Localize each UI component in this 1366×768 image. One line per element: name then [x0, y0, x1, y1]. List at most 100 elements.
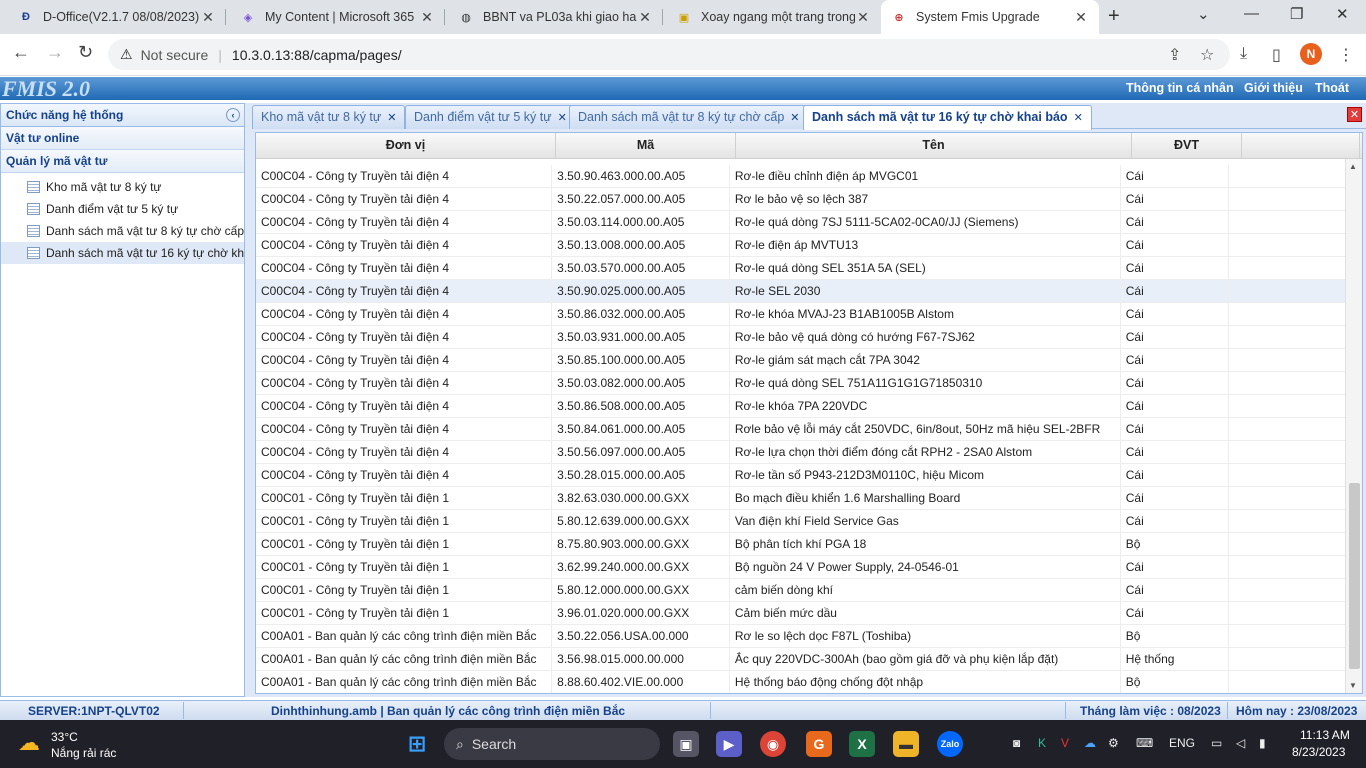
- teams-icon[interactable]: ▶: [716, 731, 742, 757]
- sidebar-item-16-ky-tu-cho-khai-bao[interactable]: Danh sách mã vật tư 16 ký tự chờ khai bá…: [1, 242, 244, 264]
- tab-kho-ma[interactable]: Kho mã vật tư 8 ký tự ✕: [252, 105, 406, 129]
- close-icon[interactable]: ✕: [200, 9, 216, 26]
- close-icon[interactable]: ✕: [855, 9, 871, 26]
- weather-icon[interactable]: ☁: [18, 730, 40, 756]
- table-row[interactable]: C00C04 - Công ty Truyền tải điện 4 3.50.8…: [256, 395, 1346, 418]
- table-row[interactable]: C00C04 - Công ty Truyền tải điện 4 3.50.1…: [256, 234, 1346, 257]
- zalo-icon[interactable]: Zalo: [937, 731, 963, 757]
- table-row[interactable]: C00C04 - Công ty Truyền tải điện 4 3.50.5…: [256, 441, 1346, 464]
- browser-tab[interactable]: Ð D-Office(V2.1.7 08/08/2023) ✕: [8, 0, 226, 34]
- new-tab-button[interactable]: +: [1108, 5, 1120, 28]
- close-icon[interactable]: ✕: [790, 112, 799, 124]
- scroll-down-icon[interactable]: ▼: [1349, 681, 1357, 690]
- table-row[interactable]: C00C04 - Công ty Truyền tải điện 4 3.50.0…: [256, 326, 1346, 349]
- table-row[interactable]: C00C04 - Công ty Truyền tải điện 4 3.50.8…: [256, 303, 1346, 326]
- logout-link[interactable]: Thoát: [1315, 81, 1349, 95]
- window-close-icon[interactable]: ✕: [1336, 5, 1349, 23]
- pdf-icon[interactable]: G: [806, 731, 832, 757]
- column-header-code[interactable]: Mã: [556, 133, 736, 158]
- excel-icon[interactable]: X: [849, 731, 875, 757]
- windows-start-icon[interactable]: ⊞: [404, 731, 430, 757]
- sidebar-item-kho-ma[interactable]: Kho mã vật tư 8 ký tự: [1, 176, 244, 198]
- table-row[interactable]: C00C01 - Công ty Truyền tải điện 1 3.62.9…: [256, 556, 1346, 579]
- table-row[interactable]: C00C04 - Công ty Truyền tải điện 4 3.50.0…: [256, 372, 1346, 395]
- tab-danh-diem[interactable]: Danh điểm vật tư 5 ký tự ✕: [405, 105, 576, 129]
- close-icon[interactable]: ✕: [637, 9, 653, 26]
- minimize-icon[interactable]: —: [1244, 5, 1259, 22]
- menu-icon[interactable]: ⋮: [1338, 45, 1354, 65]
- maximize-icon[interactable]: ❐: [1290, 5, 1303, 23]
- collapse-icon[interactable]: ‹: [226, 108, 240, 122]
- tab-search-icon[interactable]: ⌄: [1197, 5, 1210, 23]
- k-tray-icon[interactable]: K: [1038, 736, 1046, 750]
- sidebar-splitter[interactable]: [245, 103, 252, 697]
- weather-temp[interactable]: 33°C: [51, 730, 78, 744]
- table-row[interactable]: C00C01 - Công ty Truyền tải điện 1 5.80.1…: [256, 510, 1346, 533]
- clock-time[interactable]: 11:13 AM: [1300, 728, 1350, 742]
- table-row[interactable]: C00C01 - Công ty Truyền tải điện 1 3.96.0…: [256, 602, 1346, 625]
- browser-tab-active[interactable]: ⊕ System Fmis Upgrade ✕: [881, 0, 1099, 34]
- task-view-icon[interactable]: ▣: [673, 731, 699, 757]
- scroll-up-icon[interactable]: ▲: [1349, 162, 1357, 171]
- column-header-name[interactable]: Tên: [736, 133, 1132, 158]
- star-icon[interactable]: ☆: [1200, 45, 1214, 65]
- back-icon[interactable]: ←: [12, 42, 30, 63]
- security-label[interactable]: Not secure: [141, 47, 209, 63]
- table-row[interactable]: C00C01 - Công ty Truyền tải điện 1 5.80.1…: [256, 579, 1346, 602]
- zalo-tray-icon[interactable]: ◙: [1013, 736, 1020, 750]
- url-text[interactable]: 10.3.0.13:88/capma/pages/: [232, 47, 402, 63]
- language-indicator[interactable]: ENG: [1169, 736, 1195, 750]
- table-row[interactable]: C00C04 - Công ty Truyền tải điện 4 3.50.2…: [256, 188, 1346, 211]
- sidebar-item-danh-diem[interactable]: Danh điểm vật tư 5 ký tự: [1, 198, 244, 220]
- close-icon[interactable]: ✕: [387, 112, 396, 124]
- volume-icon[interactable]: ◁: [1236, 736, 1245, 750]
- download-icon[interactable]: ⤓: [1240, 45, 1247, 63]
- browser-tab[interactable]: ◍ BBNT va PL03a khi giao hang ✕: [448, 0, 663, 34]
- table-row[interactable]: C00C01 - Công ty Truyền tải điện 1 8.75.8…: [256, 533, 1346, 556]
- close-all-tabs-icon[interactable]: ✕: [1347, 107, 1362, 122]
- sidebar-section-online[interactable]: Vật tư online: [1, 127, 244, 150]
- tab-16-ky-tu-cho-khai-bao[interactable]: Danh sách mã vật tư 16 ký tự chờ khai bá…: [803, 105, 1092, 130]
- close-icon[interactable]: ✕: [1073, 9, 1089, 26]
- column-header-uom[interactable]: ĐVT: [1132, 133, 1242, 158]
- sidepanel-icon[interactable]: ▯: [1272, 45, 1281, 65]
- network-icon[interactable]: ▭: [1211, 736, 1222, 750]
- about-link[interactable]: Giới thiệu: [1244, 81, 1303, 95]
- profile-link[interactable]: Thông tin cá nhân: [1126, 81, 1234, 95]
- table-row[interactable]: C00C01 - Công ty Truyền tải điện 1 3.82.6…: [256, 487, 1346, 510]
- table-row[interactable]: C00A01 - Ban quản lý các công trình điện…: [256, 648, 1346, 671]
- table-row[interactable]: C00C04 - Công ty Truyền tải điện 4 3.50.9…: [256, 165, 1346, 188]
- table-row[interactable]: C00C04 - Công ty Truyền tải điện 4 3.50.8…: [256, 349, 1346, 372]
- browser-tab[interactable]: ◈ My Content | Microsoft 365 ✕: [230, 0, 445, 34]
- sidebar-section-material-codes[interactable]: Quản lý mã vật tư: [1, 150, 244, 173]
- taskbar-search[interactable]: ⌕ Search: [444, 728, 660, 760]
- close-icon[interactable]: ✕: [558, 112, 567, 124]
- keyboard-icon[interactable]: ⌨: [1136, 736, 1153, 750]
- weather-desc[interactable]: Nắng rải rác: [51, 746, 116, 760]
- table-row[interactable]: C00C04 - Công ty Truyền tải điện 4 3.50.8…: [256, 418, 1346, 441]
- table-row[interactable]: C00C04 - Công ty Truyền tải điện 4 3.50.2…: [256, 464, 1346, 487]
- forward-icon[interactable]: →: [46, 42, 64, 63]
- table-row[interactable]: C00C04 - Công ty Truyền tải điện 4 3.50.0…: [256, 257, 1346, 280]
- clock-date[interactable]: 8/23/2023: [1292, 745, 1345, 759]
- sidebar-item-8-ky-tu-cho-cap[interactable]: Danh sách mã vật tư 8 ký tự chờ cấp: [1, 220, 244, 242]
- close-icon[interactable]: ✕: [419, 9, 435, 26]
- table-row[interactable]: C00C04 - Công ty Truyền tải điện 4 3.50.0…: [256, 211, 1346, 234]
- tray-settings-icon[interactable]: ⚙: [1108, 736, 1119, 750]
- table-row[interactable]: C00C04 - Công ty Truyền tải điện 4 3.50.9…: [256, 280, 1346, 303]
- chrome-icon[interactable]: ◉: [760, 731, 786, 757]
- profile-avatar[interactable]: N: [1300, 43, 1322, 65]
- close-icon[interactable]: ✕: [1074, 112, 1083, 124]
- browser-tab[interactable]: ▣ Xoay ngang một trang trong ✕: [666, 0, 881, 34]
- onedrive-icon[interactable]: ☁: [1084, 736, 1096, 750]
- reload-icon[interactable]: ↻: [78, 42, 93, 63]
- column-header-unit[interactable]: Đơn vị: [256, 133, 556, 158]
- v-tray-icon[interactable]: V: [1061, 736, 1069, 750]
- omnibox[interactable]: ⚠ Not secure | 10.3.0.13:88/capma/pages/: [108, 39, 1230, 70]
- grid-scrollbar[interactable]: ▲ ▼: [1345, 159, 1362, 693]
- share-icon[interactable]: ⇪: [1168, 45, 1181, 65]
- file-explorer-icon[interactable]: ▬: [893, 731, 919, 757]
- tab-8-ky-tu-cho-cap[interactable]: Danh sách mã vật tư 8 ký tự chờ cấp ✕: [569, 105, 809, 129]
- table-row[interactable]: C00A01 - Ban quản lý các công trình điện…: [256, 671, 1346, 693]
- battery-icon[interactable]: ▮: [1259, 736, 1266, 750]
